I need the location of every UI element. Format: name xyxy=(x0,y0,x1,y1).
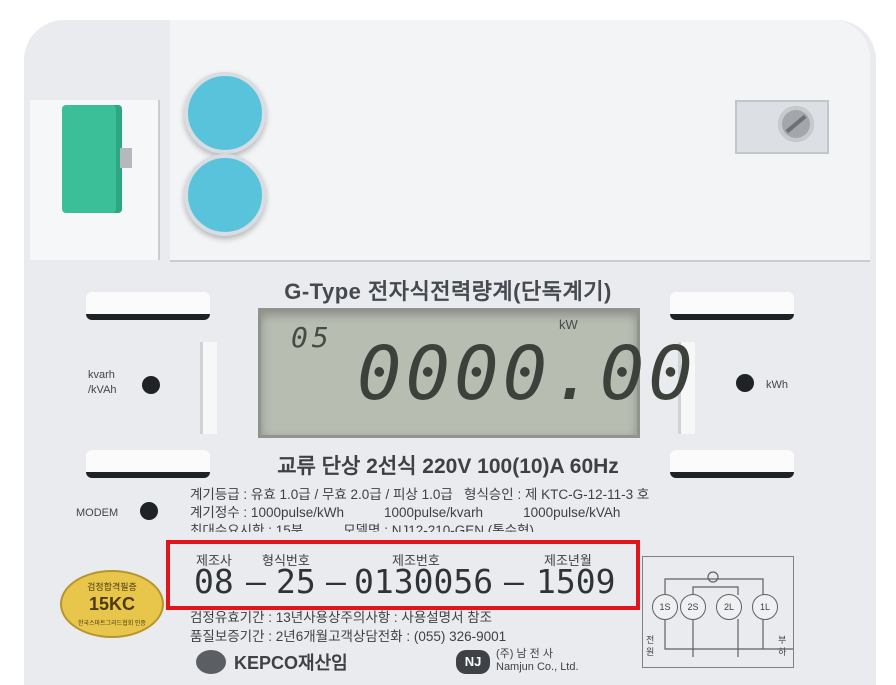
rating-text: 교류 단상 2선식 220V 100(10)A 60Hz xyxy=(277,455,619,478)
kc-mark-icon: 15KC xyxy=(88,594,136,614)
blue-button-top[interactable] xyxy=(184,72,266,154)
kvarh-led xyxy=(142,376,160,394)
spec-approval: 형식승인 : 제 KTC-G-12-11-3 호 xyxy=(464,487,650,502)
spec-const-kvah: 1000pulse/kVAh xyxy=(523,505,621,520)
security-seal xyxy=(62,105,122,213)
slot-top-left xyxy=(86,292,210,320)
spec-model: 모델명 : NJ12-210-GEN (통수형) xyxy=(343,523,535,532)
spec-demand: 최대수요시한 : 15분 xyxy=(190,523,304,532)
contact-phone: 고객상담전화 : (055) 326-9001 xyxy=(328,629,507,644)
terminal-1s: 1S xyxy=(652,594,678,620)
spec-class: 계기등급 : 유효 1.0급 / 무효 2.0급 / 피상 1.0급 xyxy=(190,487,453,502)
load-label: 부 하 xyxy=(778,635,787,658)
seal-tab xyxy=(120,148,132,168)
modem-label: MODEM xyxy=(76,507,119,519)
cert-issuer: 한국스마트그리드협회 인증 xyxy=(78,621,146,627)
lcd-indicator: 05 xyxy=(291,321,333,354)
terminal-2s: 2S xyxy=(680,594,706,620)
kvarh-label: kvarh /kVAh xyxy=(88,369,117,396)
kwh-led xyxy=(736,374,754,392)
lcd-display: 05 kW 0000.00 xyxy=(258,308,693,438)
pillar-left xyxy=(200,342,217,434)
spec-const-kwh: 계기정수 : 1000pulse/kWh xyxy=(190,505,344,520)
spec-block: 계기등급 : 유효 1.0급 / 무효 2.0급 / 피상 1.0급 형식승인 … xyxy=(190,486,649,532)
highlight-box xyxy=(166,540,640,610)
validity-period: 검정유효기간 : 13년 xyxy=(190,610,304,625)
kwh-label: kWh xyxy=(766,379,788,391)
lower-spec-block: 검정유효기간 : 13년사용상주의사항 : 사용설명서 참조 품질보증기간 : … xyxy=(190,608,506,646)
modem-led xyxy=(140,502,158,520)
maker-name: (주) 남 전 사 Namjun Co., Ltd. xyxy=(496,648,579,673)
screw-icon xyxy=(778,106,814,142)
source-label: 전 원 xyxy=(646,635,655,658)
slot-top-right xyxy=(670,292,794,320)
cert-title: 검정합격필증 xyxy=(87,582,137,592)
blue-button-bottom[interactable] xyxy=(184,154,266,236)
spec-const-kvarh: 1000pulse/kvarh xyxy=(384,505,484,520)
kepco-logo-text: KEPCO재산임 xyxy=(234,653,348,673)
terminal-2l: 2L xyxy=(716,594,742,620)
lcd-unit: kW xyxy=(559,317,578,332)
kepco-logo-icon xyxy=(196,650,226,674)
warranty-period: 품질보증기간 : 2년6개월 xyxy=(190,629,329,644)
lcd-reading: 0000.00 xyxy=(357,331,697,417)
certification-sticker: 검정합격필증 15KC 한국스마트그리드협회 인증 xyxy=(60,570,164,638)
terminal-1l: 1L xyxy=(752,594,778,620)
nj-logo-icon: NJ xyxy=(456,650,490,674)
usage-notice: 사용상주의사항 : 사용설명서 참조 xyxy=(303,610,493,625)
